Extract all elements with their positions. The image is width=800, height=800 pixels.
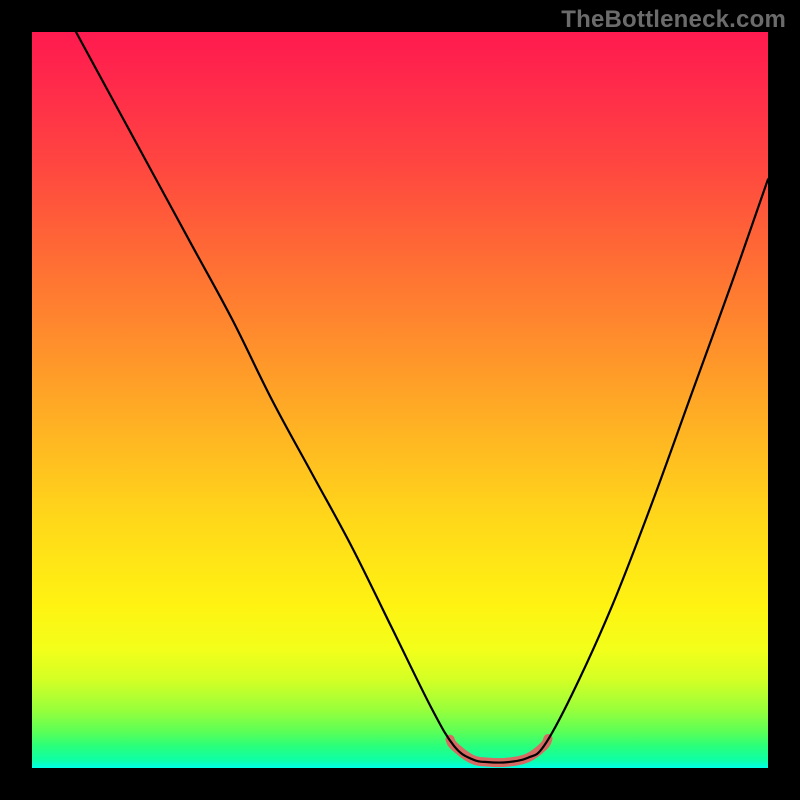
chart-container: TheBottleneck.com: [0, 0, 800, 800]
chart-svg: [32, 32, 768, 768]
watermark-text: TheBottleneck.com: [561, 6, 786, 34]
bottleneck-curve: [76, 32, 768, 763]
trough-highlight: [450, 739, 548, 763]
plot-area: [32, 32, 768, 768]
